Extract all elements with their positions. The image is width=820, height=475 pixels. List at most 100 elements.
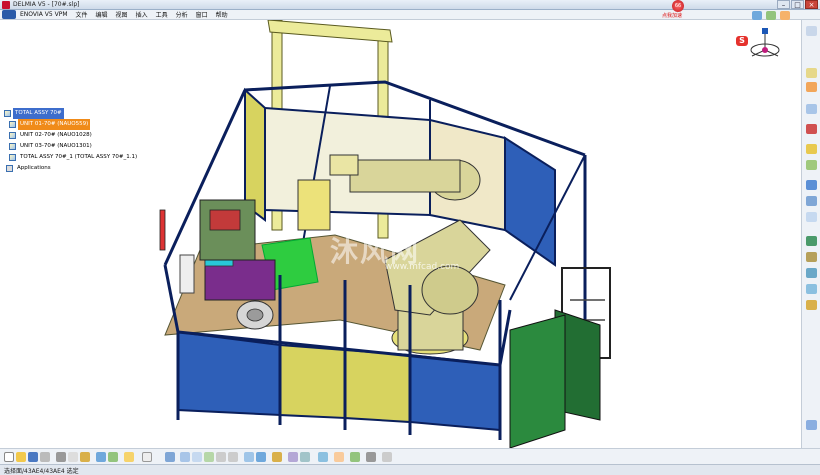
compass-icon[interactable] <box>748 26 782 60</box>
machine-detail <box>209 209 241 231</box>
menu-edit[interactable]: 编辑 <box>92 10 112 19</box>
jog-icon[interactable] <box>806 300 817 310</box>
quick-view-icon[interactable] <box>318 452 328 462</box>
tree-node-label: Applications <box>17 165 51 171</box>
redo-icon[interactable] <box>766 11 776 20</box>
tree-node-label: TOTAL ASSY 70#_1 (TOTAL ASSY 70#_1.1) <box>20 154 138 160</box>
menu-file[interactable]: 文件 <box>72 10 92 19</box>
robot-pedestal <box>397 309 464 351</box>
product-icon <box>9 154 16 161</box>
display-icon[interactable] <box>382 452 392 462</box>
menu-analysis[interactable]: 分析 <box>172 10 192 19</box>
close-button[interactable]: × <box>805 0 818 9</box>
product-icon <box>9 121 16 128</box>
rotate-icon[interactable] <box>204 452 214 462</box>
tree-node-root[interactable]: TOTAL ASSY 70# <box>4 108 154 119</box>
applications-icon <box>6 165 13 172</box>
right-toolbar <box>801 20 820 448</box>
cut-icon[interactable] <box>56 452 66 462</box>
maximize-button[interactable]: □ <box>791 0 804 9</box>
delmia-logo-icon <box>806 420 817 430</box>
tree-node-unit-02[interactable]: UNIT 02-70# (NAUO1028) <box>4 130 154 141</box>
layer-icon[interactable] <box>350 452 360 462</box>
front-panel-yellow-1 <box>279 343 346 420</box>
tree-node-label: TOTAL ASSY 70# <box>13 108 64 119</box>
menu-insert[interactable]: 插入 <box>132 10 152 19</box>
fit-all-icon[interactable] <box>180 452 190 462</box>
tree-node-label: UNIT 03-70# (NAUO1301) <box>20 143 92 149</box>
product-icon <box>9 143 16 150</box>
update-icon[interactable] <box>780 11 790 20</box>
menu-tools[interactable]: 工具 <box>152 10 172 19</box>
robot-wrist <box>329 154 359 176</box>
help-icon[interactable] <box>124 452 134 462</box>
constraint-icon[interactable] <box>806 82 817 92</box>
top-right-toolbar <box>690 10 800 20</box>
new-icon[interactable] <box>4 452 14 462</box>
zoom-in-icon[interactable] <box>216 452 226 462</box>
manipulate-icon[interactable] <box>806 124 817 134</box>
yellow-clamp-tower <box>297 179 331 231</box>
s-logo-icon: S <box>736 36 748 46</box>
hide-show-icon[interactable] <box>288 452 298 462</box>
status-bar: 选择面/43AE4/43AE4 选定 <box>0 464 820 475</box>
print-icon[interactable] <box>40 452 50 462</box>
shading-icon[interactable] <box>272 452 282 462</box>
pan-icon[interactable] <box>192 452 202 462</box>
select-icon[interactable] <box>806 26 817 36</box>
stack-light <box>159 209 166 251</box>
specification-tree[interactable]: TOTAL ASSY 70# UNIT 01-70# (NAUO559) UNI… <box>4 108 154 174</box>
fly-mode-icon[interactable] <box>165 452 175 462</box>
tree-node-applications[interactable]: Applications <box>4 163 154 174</box>
measure-icon[interactable] <box>806 104 817 114</box>
front-panel-blue-right <box>409 353 501 432</box>
snap-icon[interactable] <box>806 144 817 154</box>
render-icon[interactable] <box>334 452 344 462</box>
3d-viewport[interactable]: 沐风网 www.mfcad.com TOTAL ASSY 70# UNIT 01… <box>0 20 800 448</box>
status-text: 选择面/43AE4/43AE4 选定 <box>4 468 79 475</box>
swap-space-icon[interactable] <box>300 452 310 462</box>
zoom-out-icon[interactable] <box>228 452 238 462</box>
menu-view[interactable]: 视图 <box>112 10 132 19</box>
right-blue-panel <box>504 136 556 267</box>
sketch-icon[interactable] <box>806 68 817 78</box>
menu-help[interactable]: 帮助 <box>212 10 232 19</box>
section-icon[interactable] <box>806 196 817 206</box>
clash-icon[interactable] <box>806 180 817 190</box>
save-icon[interactable] <box>28 452 38 462</box>
redo-icon[interactable] <box>108 452 118 462</box>
menu-enovia[interactable]: ENOVIA V5 VPM <box>16 11 72 18</box>
undo-icon[interactable] <box>752 11 762 20</box>
copy-icon[interactable] <box>68 452 78 462</box>
open-icon[interactable] <box>16 452 26 462</box>
minimize-button[interactable]: – <box>777 0 790 9</box>
menu-window[interactable]: 窗口 <box>192 10 212 19</box>
watermark-url: www.mfcad.com <box>385 262 460 272</box>
explode-icon[interactable] <box>806 160 817 170</box>
normal-view-icon[interactable] <box>244 452 254 462</box>
rotate-icon[interactable] <box>806 212 817 222</box>
formula-icon[interactable] <box>142 452 152 462</box>
front-panel-blue-left <box>177 330 281 417</box>
window-title: DELMIA V5 - [70#.slp] <box>13 1 80 8</box>
product-icon <box>9 132 16 139</box>
robot-shoulder <box>421 265 479 315</box>
title-bar: DELMIA V5 - [70#.slp] – □ × <box>0 0 820 10</box>
bottom-toolbar <box>0 448 820 464</box>
teach-icon[interactable] <box>806 284 817 294</box>
tree-node-total-assy-1[interactable]: TOTAL ASSY 70#_1 (TOTAL ASSY 70#_1.1) <box>4 152 154 163</box>
simulate-icon[interactable] <box>806 236 817 246</box>
promo-number: 66 <box>672 0 684 12</box>
sequence-icon[interactable] <box>806 252 817 262</box>
iso-view-icon[interactable] <box>256 452 266 462</box>
paste-icon[interactable] <box>80 452 90 462</box>
undo-icon[interactable] <box>96 452 106 462</box>
product-icon <box>4 110 11 117</box>
tree-node-unit-03[interactable]: UNIT 03-70# (NAUO1301) <box>4 141 154 152</box>
promo-badge[interactable]: 66 点我加速 <box>660 0 696 22</box>
path-icon[interactable] <box>806 268 817 278</box>
tree-node-unit-01[interactable]: UNIT 01-70# (NAUO559) <box>4 119 154 130</box>
catia-logo-icon <box>2 10 16 19</box>
camera-icon[interactable] <box>366 452 376 462</box>
cabinet-front <box>509 314 566 448</box>
